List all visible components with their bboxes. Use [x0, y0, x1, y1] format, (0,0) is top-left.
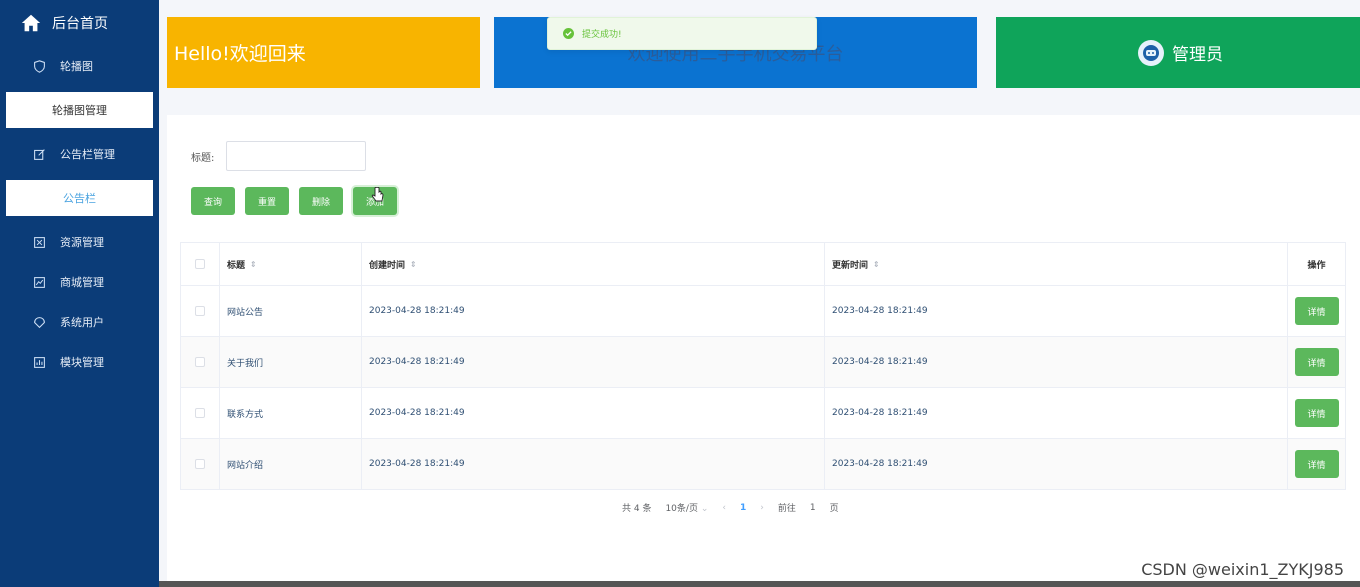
title-label: 标题:	[191, 152, 215, 164]
user-icon	[32, 315, 46, 329]
header-title[interactable]: 标题	[227, 258, 245, 271]
cell-updated: 2023-04-28 18:21:49	[825, 286, 1288, 336]
cell-created: 2023-04-28 18:21:49	[362, 337, 825, 387]
search-row: 标题:	[191, 141, 367, 171]
row-checkbox[interactable]	[195, 306, 205, 316]
cell-title: 联系方式	[220, 388, 362, 438]
resource-icon	[32, 235, 46, 249]
detail-button[interactable]: 详情	[1294, 399, 1339, 427]
detail-button[interactable]: 详情	[1294, 450, 1339, 478]
cell-created: 2023-04-28 18:21:49	[362, 388, 825, 438]
header-action: 操作	[1307, 260, 1326, 271]
sidebar-item-resources[interactable]: 资源管理	[0, 222, 159, 262]
next-page-icon[interactable]: ›	[760, 503, 764, 513]
welcome-banner: Hello!欢迎回来	[167, 17, 480, 88]
sidebar-item-label: 商城管理	[60, 276, 104, 289]
cell-created: 2023-04-28 18:21:49	[362, 286, 825, 336]
sidebar-item-label: 资源管理	[60, 236, 104, 249]
toast-message: 提交成功!	[582, 30, 622, 40]
sidebar-item-label: 轮播图	[60, 60, 93, 73]
total-count: 共 4 条	[622, 504, 652, 514]
reset-button[interactable]: 重置	[245, 187, 289, 215]
action-buttons: 查询 重置 删除 添加	[191, 187, 397, 215]
table-row: 关于我们 2023-04-28 18:21:49 2023-04-28 18:2…	[181, 337, 1345, 388]
cell-updated: 2023-04-28 18:21:49	[825, 337, 1288, 387]
table-row: 网站介绍 2023-04-28 18:21:49 2023-04-28 18:2…	[181, 439, 1345, 489]
goto-page-input[interactable]: 1	[810, 503, 816, 513]
query-button[interactable]: 查询	[191, 187, 235, 215]
sort-icon[interactable]: ⇕	[250, 260, 257, 269]
row-checkbox[interactable]	[195, 408, 205, 418]
role-text: 管理员	[1172, 45, 1223, 65]
sidebar-item-carousel[interactable]: 轮播图	[0, 46, 159, 86]
row-checkbox[interactable]	[195, 459, 205, 469]
page-number[interactable]: 1	[740, 503, 746, 513]
welcome-text: Hello!欢迎回来	[174, 43, 306, 65]
table-row: 网站公告 2023-04-28 18:21:49 2023-04-28 18:2…	[181, 286, 1345, 337]
goto-prefix: 前往	[777, 504, 796, 514]
sidebar-item-users[interactable]: 系统用户	[0, 302, 159, 342]
header-updated[interactable]: 更新时间	[832, 258, 868, 271]
sidebar-sub-notice[interactable]: 公告栏	[6, 180, 153, 216]
edit-icon	[32, 147, 46, 161]
sidebar-item-mall[interactable]: 商城管理	[0, 262, 159, 302]
home-icon	[21, 14, 41, 32]
chart-icon	[32, 275, 46, 289]
check-circle-icon	[563, 28, 574, 39]
cell-title: 网站介绍	[220, 439, 362, 489]
main-panel: 标题: 查询 重置 删除 添加 标题 ⇕ 创建时间 ⇕ 更新时间 ⇕ 操作 网站公告 …	[167, 115, 1360, 585]
cell-created: 2023-04-28 18:21:49	[362, 439, 825, 489]
table-row: 联系方式 2023-04-28 18:21:49 2023-04-28 18:2…	[181, 388, 1345, 439]
sidebar-item-label: 模块管理	[60, 356, 104, 369]
cell-updated: 2023-04-28 18:21:49	[825, 439, 1288, 489]
page-size-select[interactable]: 10条/页 ⌄	[665, 501, 708, 514]
sidebar: 后台首页 轮播图 轮播图管理 公告栏管理 公告栏 资源管理 商城管理 系统用户 …	[0, 0, 159, 587]
sidebar-item-modules[interactable]: 模块管理	[0, 342, 159, 382]
sidebar-item-notice-manage[interactable]: 公告栏管理	[0, 134, 159, 174]
cell-title: 网站公告	[220, 286, 362, 336]
module-icon	[32, 355, 46, 369]
header-created[interactable]: 创建时间	[369, 258, 405, 271]
table-header: 标题 ⇕ 创建时间 ⇕ 更新时间 ⇕ 操作	[181, 243, 1345, 286]
sidebar-item-label: 公告栏管理	[60, 148, 115, 161]
detail-button[interactable]: 详情	[1294, 348, 1339, 376]
sidebar-home[interactable]: 后台首页	[0, 0, 159, 46]
watermark: CSDN @weixin1_ZYKJ985	[1141, 560, 1344, 579]
taskbar-strip	[159, 581, 1360, 587]
sidebar-menu: 轮播图 轮播图管理 公告栏管理 公告栏 资源管理 商城管理 系统用户 模块管理	[0, 46, 159, 382]
goto-suffix: 页	[829, 504, 839, 514]
select-all-checkbox[interactable]	[195, 259, 205, 269]
mouse-cursor-icon	[371, 187, 384, 202]
sidebar-item-label: 系统用户	[60, 316, 104, 329]
sort-icon[interactable]: ⇕	[873, 260, 880, 269]
sidebar-sub-carousel-manage[interactable]: 轮播图管理	[6, 92, 153, 128]
sort-icon[interactable]: ⇕	[410, 260, 417, 269]
cell-title: 关于我们	[220, 337, 362, 387]
notice-table: 标题 ⇕ 创建时间 ⇕ 更新时间 ⇕ 操作 网站公告 2023-04-28 18:21…	[180, 242, 1346, 490]
sidebar-title: 后台首页	[52, 16, 108, 32]
robot-avatar-icon	[1138, 39, 1164, 66]
cell-updated: 2023-04-28 18:21:49	[825, 388, 1288, 438]
detail-button[interactable]: 详情	[1294, 297, 1339, 325]
pagination: 共 4 条 10条/页 ⌄ ‹ 1 › 前往 1 页	[622, 501, 839, 515]
delete-button[interactable]: 删除	[299, 187, 343, 215]
title-search-input[interactable]	[226, 141, 367, 171]
prev-page-icon[interactable]: ‹	[722, 503, 726, 513]
chevron-down-icon: ⌄	[700, 504, 709, 514]
shield-icon	[32, 59, 46, 73]
success-toast: 提交成功!	[547, 17, 817, 50]
row-checkbox[interactable]	[195, 357, 205, 367]
role-banner: 管理员	[996, 17, 1360, 88]
